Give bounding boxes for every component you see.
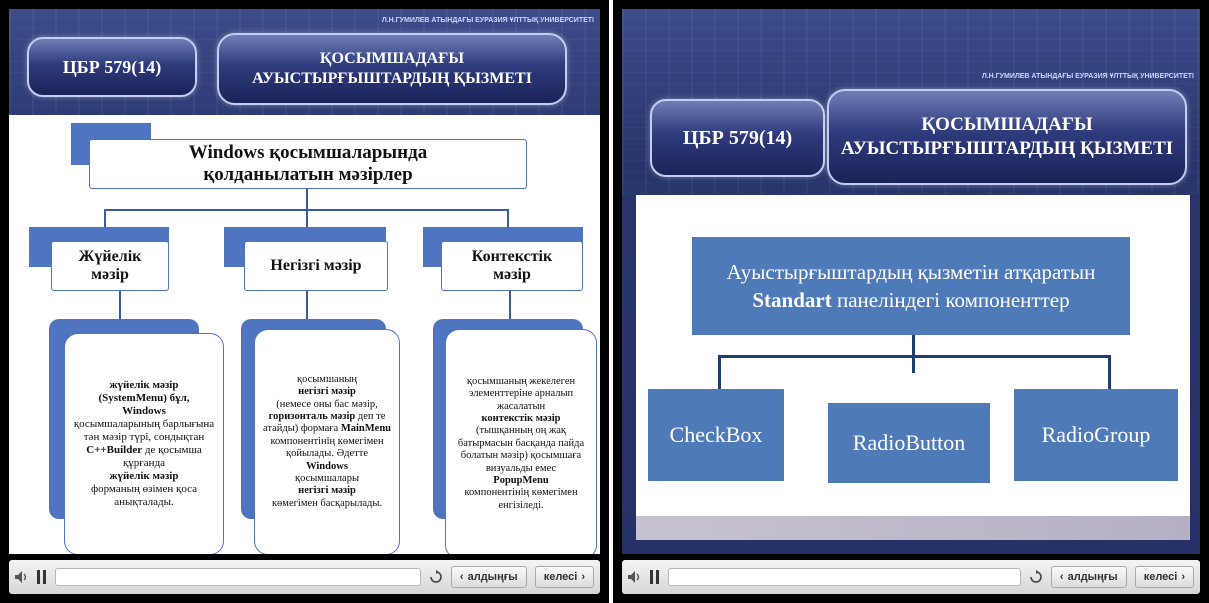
chevron-right-icon: › bbox=[581, 571, 585, 583]
course-code-badge: ЦБР 579(14) bbox=[27, 37, 197, 97]
radiobutton-component: RadioButton bbox=[828, 403, 990, 483]
desc-text: PopupMenu bbox=[493, 474, 549, 486]
left-slide: Л.Н.ГУМИЛЕВ АТЫНДАҒЫ ЕУРАЗИЯ ҰЛТТЫҚ УНИВ… bbox=[9, 9, 600, 554]
desc-text: контекстік мәзір bbox=[481, 413, 561, 425]
category-label-line2: мәзір bbox=[493, 266, 531, 283]
desc-text: компонентінің көмегімен қойылады. Әдетте bbox=[270, 435, 384, 460]
panel-footer-strip bbox=[636, 516, 1190, 540]
pause-icon[interactable] bbox=[37, 570, 47, 584]
right-player: Л.Н.ГУМИЛЕВ АТЫНДАҒЫ ЕУРАЗИЯ ҰЛТТЫҚ УНИВ… bbox=[613, 0, 1209, 603]
checkbox-component: CheckBox bbox=[648, 389, 784, 481]
components-header-line1: Ауыстырғыштардың қызметін атқаратын bbox=[726, 259, 1096, 284]
connector bbox=[306, 291, 308, 319]
replay-icon[interactable] bbox=[1029, 570, 1043, 584]
university-label: Л.Н.ГУМИЛЕВ АТЫНДАҒЫ ЕУРАЗИЯ ҰЛТТЫҚ УНИВ… bbox=[981, 73, 1194, 80]
components-header-line2: Standart панеліндегі компоненттер bbox=[752, 286, 1069, 314]
connector bbox=[306, 209, 308, 227]
course-code-badge: ЦБР 579(14) bbox=[650, 99, 825, 177]
desc-text: форманың өзімен қоса анықталады. bbox=[90, 482, 198, 508]
progress-bar[interactable] bbox=[668, 568, 1021, 586]
category-label-line1: Жүйелік bbox=[78, 248, 142, 266]
connector bbox=[912, 335, 915, 373]
category-main-menu: Негізгі мәзір bbox=[244, 241, 388, 291]
desc-text: қосымшалары bbox=[294, 472, 359, 484]
context-menu-description: қосымшаның жекелеген элементтеріне арнал… bbox=[445, 329, 597, 554]
left-player: Л.Н.ГУМИЛЕВ АТЫНДАҒЫ ЕУРАЗИЯ ҰЛТТЫҚ УНИВ… bbox=[0, 0, 609, 603]
chevron-left-icon: ‹ bbox=[459, 571, 464, 583]
desc-text: (SystemMenu) бұл, bbox=[98, 392, 190, 405]
replay-icon[interactable] bbox=[429, 570, 443, 584]
slide-title: ҚОСЫМШАДАҒЫ АУЫСТЫРҒЫШТАРДЫҢ ҚЫЗМЕТІ bbox=[827, 89, 1187, 185]
pause-icon[interactable] bbox=[650, 570, 660, 584]
slide-title-line2: АУЫСТЫРҒЫШТАРДЫҢ ҚЫЗМЕТІ bbox=[252, 70, 532, 87]
desc-text: горизонталь мәзір bbox=[268, 411, 356, 423]
desc-text: (немесе оны бас мәзір, bbox=[276, 398, 378, 410]
desc-text: Windows bbox=[306, 460, 348, 472]
prev-button[interactable]: ‹ алдыңғы bbox=[1050, 566, 1127, 588]
prev-button[interactable]: ‹ алдыңғы bbox=[450, 566, 527, 588]
components-header-rest: панеліндегі компоненттер bbox=[831, 288, 1070, 312]
university-label: Л.Н.ГУМИЛЕВ АТЫНДАҒЫ ЕУРАЗИЯ ҰЛТТЫҚ УНИВ… bbox=[381, 17, 594, 24]
prev-button-label: алдыңғы bbox=[1067, 571, 1118, 583]
progress-bar[interactable] bbox=[55, 568, 421, 586]
desc-text: қосымшаларының барлығына тән мәзір түрі,… bbox=[73, 418, 215, 444]
desc-text: MainMenu bbox=[340, 423, 392, 435]
desc-text: қосымшаның bbox=[296, 373, 357, 385]
menu-types-header-line2: қолданылатын мәзірлер bbox=[203, 164, 413, 185]
desc-text: C++Builder bbox=[86, 444, 143, 456]
content-panel: Ауыстырғыштардың қызметін атқаратын Stan… bbox=[636, 195, 1190, 540]
desc-text: көмегімен басқарылады. bbox=[271, 497, 383, 509]
desc-text: жүйелік мәзір bbox=[109, 469, 179, 482]
radiogroup-component: RadioGroup bbox=[1014, 389, 1178, 481]
desc-text: негізгі мәзір bbox=[298, 386, 356, 398]
category-label-line2: мәзір bbox=[91, 266, 129, 283]
next-button-label: келесі bbox=[1143, 571, 1178, 583]
slide-title-line2: АУЫСТЫРҒЫШТАРДЫҢ ҚЫЗМЕТІ bbox=[840, 138, 1174, 159]
next-button[interactable]: келесі › bbox=[1134, 566, 1194, 588]
connector bbox=[718, 355, 721, 389]
standart-label: Standart bbox=[752, 288, 832, 312]
desc-text: жүйелік мәзір bbox=[109, 379, 179, 392]
desc-text: (тышқанның оң жақ батырмасын басқанда па… bbox=[457, 425, 585, 474]
main-menu-description: қосымшаның негізгі мәзір (немесе оны бас… bbox=[254, 329, 400, 554]
desc-text: қосымшаның жекелеген элементтеріне арнал… bbox=[466, 375, 576, 412]
components-header: Ауыстырғыштардың қызметін атқаратын Stan… bbox=[692, 237, 1130, 335]
connector bbox=[507, 209, 509, 227]
desc-text: Windows bbox=[122, 405, 166, 418]
system-menu-description: жүйелік мәзір (SystemMenu) бұл, Windows … bbox=[64, 333, 224, 554]
volume-icon[interactable] bbox=[628, 571, 642, 583]
desc-text: негізгі мәзір bbox=[298, 485, 356, 497]
chevron-left-icon: ‹ bbox=[1059, 571, 1064, 583]
right-slide: Л.Н.ГУМИЛЕВ АТЫНДАҒЫ ЕУРАЗИЯ ҰЛТТЫҚ УНИВ… bbox=[622, 9, 1200, 554]
slide-title-line1: ҚОСЫМШАДАҒЫ bbox=[921, 114, 1093, 136]
chevron-right-icon: › bbox=[1181, 571, 1185, 583]
slide-title-line1: ҚОСЫМШАДАҒЫ bbox=[319, 50, 465, 67]
menu-types-header: Windows қосымшаларында қолданылатын мәзі… bbox=[89, 139, 527, 189]
slide-title: ҚОСЫМШАДАҒЫ АУЫСТЫРҒЫШТАРДЫҢ ҚЫЗМЕТІ bbox=[217, 33, 567, 105]
next-button-label: келесі bbox=[543, 571, 578, 583]
next-button[interactable]: келесі › bbox=[534, 566, 594, 588]
player-controls: ‹ алдыңғы келесі › bbox=[622, 560, 1200, 594]
connector bbox=[119, 291, 121, 319]
player-controls: ‹ алдыңғы келесі › bbox=[9, 560, 600, 594]
menu-types-header-line1: Windows қосымшаларында bbox=[188, 142, 428, 164]
connector bbox=[509, 291, 511, 319]
prev-button-label: алдыңғы bbox=[467, 571, 518, 583]
volume-icon[interactable] bbox=[15, 571, 29, 583]
connector bbox=[1108, 355, 1111, 389]
connector bbox=[306, 189, 308, 211]
category-label-line1: Контекстік bbox=[471, 248, 553, 266]
category-system-menu: Жүйелік мәзір bbox=[51, 241, 169, 291]
connector bbox=[718, 355, 1110, 358]
content-panel: Windows қосымшаларында қолданылатын мәзі… bbox=[9, 115, 600, 554]
category-context-menu: Контекстік мәзір bbox=[441, 241, 583, 291]
connector bbox=[104, 209, 106, 227]
desc-text: компонентінің көмегімен енгізіледі. bbox=[464, 487, 578, 511]
category-label-line1: Негізгі мәзір bbox=[270, 257, 362, 275]
